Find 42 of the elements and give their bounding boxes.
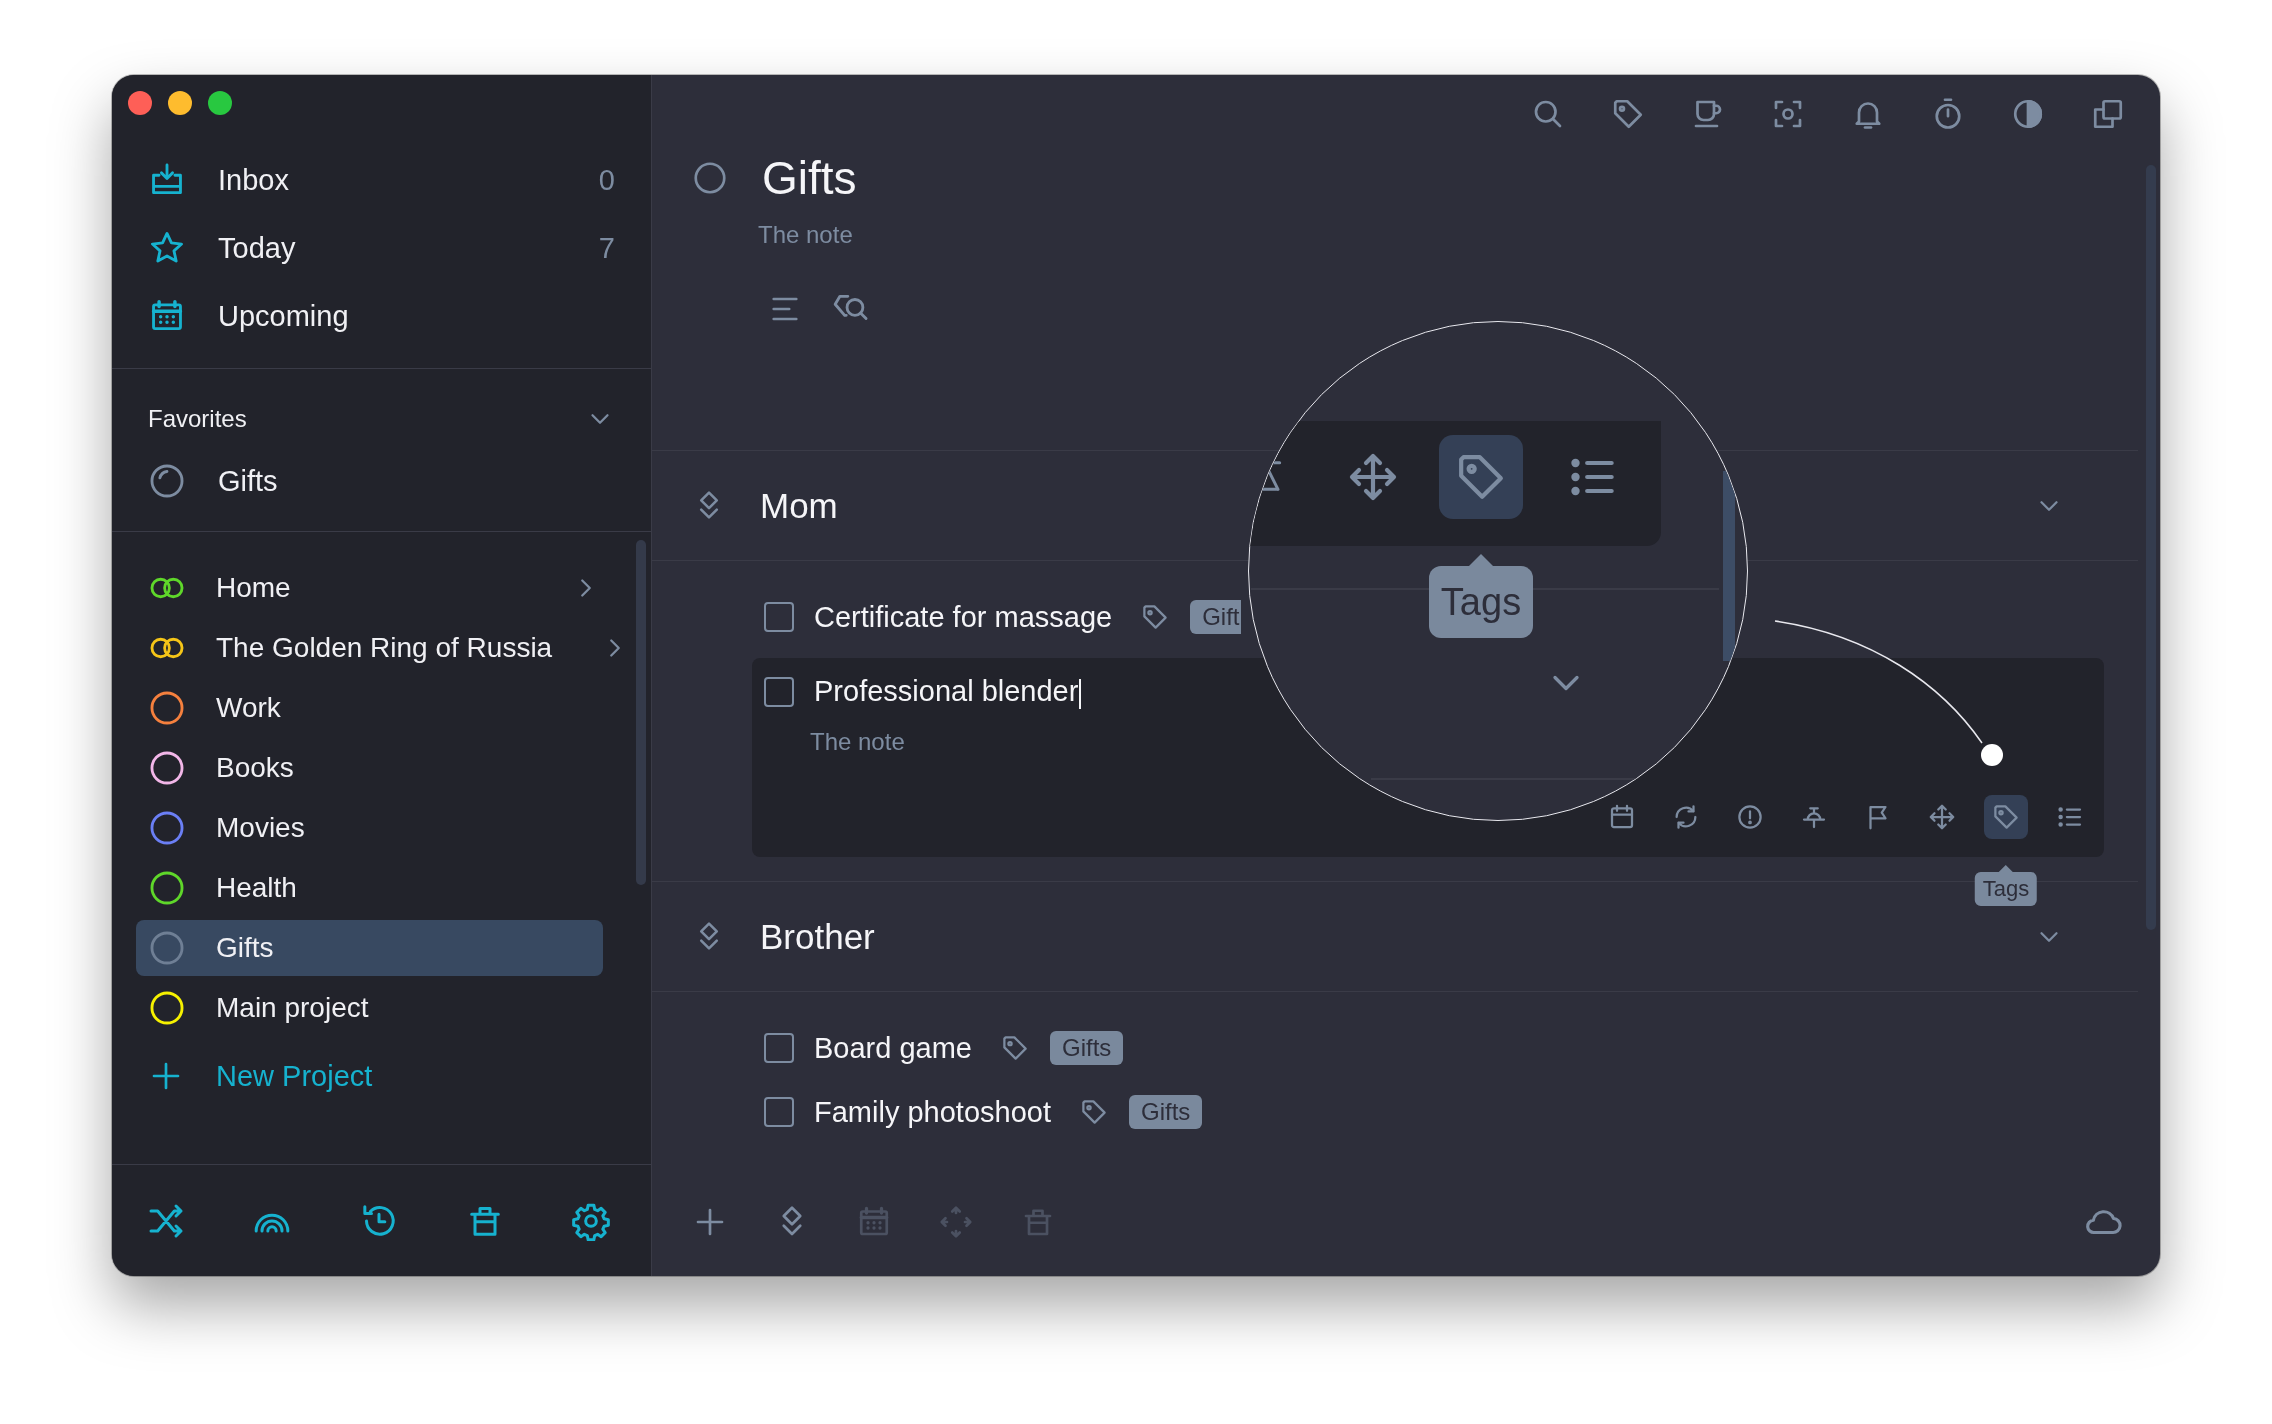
favorite-item[interactable]: Gifts (112, 449, 651, 513)
tag-label[interactable]: Gifts (1128, 1095, 1203, 1130)
project-item[interactable]: Books (136, 740, 603, 796)
nav-label: Inbox (218, 163, 289, 197)
section-title: Brother (760, 916, 876, 957)
task-title-field[interactable]: Professional blender (814, 675, 1082, 709)
project-label: The Golden Ring of Russia (216, 632, 553, 664)
project-label: Work (216, 692, 281, 724)
new-project-button[interactable]: New Project (136, 1044, 603, 1108)
project-item[interactable]: Health (136, 860, 603, 916)
item-count: 0 (598, 163, 615, 197)
task-title[interactable]: Family photoshoot (814, 1095, 1051, 1129)
project-item[interactable]: Home (136, 560, 603, 616)
nav-item[interactable]: Today 7 (112, 214, 651, 282)
project-title: Gifts (762, 151, 857, 206)
tag-label[interactable]: Gift (1190, 600, 1241, 635)
project-item[interactable]: The Golden Ring of Russia (136, 620, 603, 676)
tooltip: Tags (1429, 554, 1533, 638)
project-label: Movies (216, 812, 305, 844)
favorite-label: Gifts (218, 464, 278, 498)
tooltip: Tags (1974, 865, 2038, 907)
project-item-selected[interactable]: Gifts (136, 920, 603, 976)
nav-item[interactable]: Upcoming (112, 282, 651, 350)
project-note: The note (758, 220, 854, 251)
task-title[interactable]: Certificate for massage (814, 600, 1113, 634)
section-title: Mom (760, 485, 839, 526)
task-title[interactable]: Board game (814, 1031, 972, 1065)
task-note: The note (810, 727, 905, 758)
item-count: 7 (598, 231, 615, 265)
project-item[interactable]: Work (136, 680, 603, 736)
section-header: Favorites (148, 405, 247, 433)
project-label: Health (216, 872, 297, 904)
project-label: Home (216, 572, 291, 604)
project-label: Gifts (216, 932, 274, 964)
project-label: Books (216, 752, 294, 784)
nav-item[interactable]: Inbox 0 (112, 146, 651, 214)
project-label: Main project (216, 992, 369, 1024)
nav-label: Today (218, 231, 296, 265)
project-item[interactable]: Main project (136, 980, 603, 1036)
project-item[interactable]: Movies (136, 800, 603, 856)
nav-label: Upcoming (218, 299, 349, 333)
tag-label[interactable]: Gifts (1050, 1031, 1124, 1066)
